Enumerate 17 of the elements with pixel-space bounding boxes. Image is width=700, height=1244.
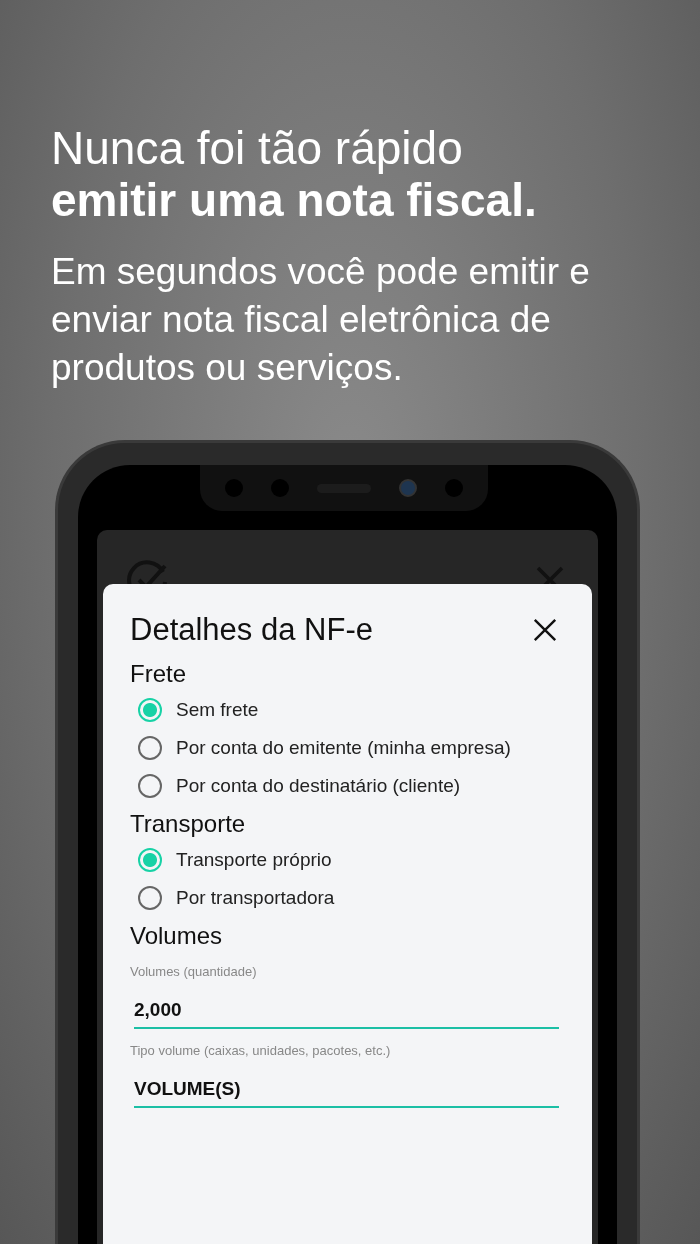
section-title: Frete: [130, 660, 187, 688]
headline: emitir uma nota fiscal.: [51, 174, 538, 226]
radio-option[interactable]: Transporte próprio: [138, 848, 562, 872]
field-label: Volumes (quantidade): [130, 964, 258, 979]
radio-option[interactable]: Por conta do emitente (minha empresa): [138, 736, 562, 760]
section-title: Volumes: [130, 922, 224, 950]
headline: Nunca foi tão rápido: [51, 122, 464, 174]
radio-option[interactable]: Por conta do destinatário (cliente): [138, 774, 562, 798]
subheadline: Em segundos você pode emitir e enviar nota fiscal eletrônica de produtos ou serviços.: [51, 250, 591, 390]
field-label: Tipo volume (caixas, unidades, pacotes, etc.): [130, 1043, 392, 1058]
input-field[interactable]: VOLUME(S): [134, 1078, 559, 1108]
radio-option[interactable]: Por transportadora: [138, 886, 562, 910]
section-title: Transporte: [130, 810, 247, 838]
sheet-title: Detalhes da NF-e: [130, 612, 373, 648]
input-field[interactable]: 2,000: [134, 999, 559, 1029]
close-icon[interactable]: [532, 617, 558, 643]
radio-option[interactable]: Sem frete: [138, 698, 562, 722]
